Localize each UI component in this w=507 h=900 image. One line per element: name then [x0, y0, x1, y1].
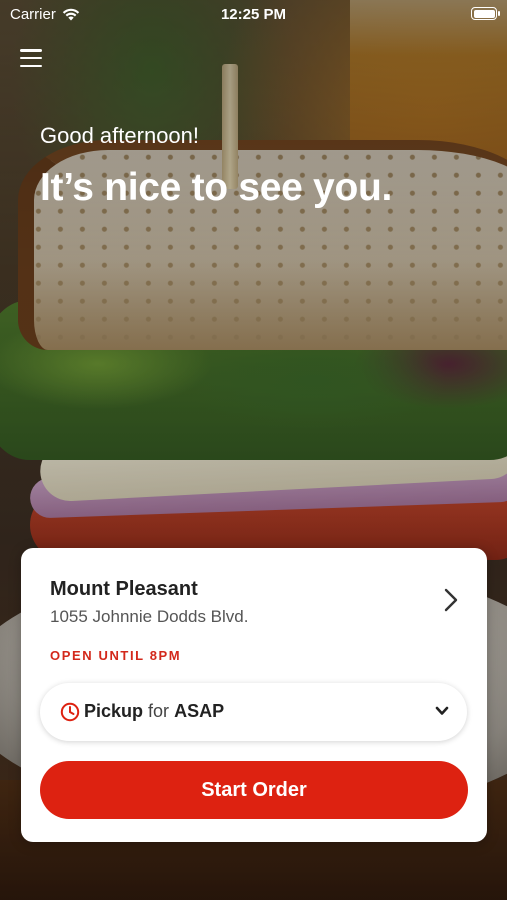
location-address[interactable]: 1055 Johnnie Dodds Blvd. [50, 607, 248, 627]
order-mode-label: Pickup for ASAP [84, 701, 224, 722]
battery-icon [471, 7, 500, 20]
chevron-right-icon[interactable] [443, 588, 459, 612]
clock-icon [60, 702, 80, 722]
greeting-text: Good afternoon! [40, 123, 200, 148]
status-bar: Carrier 12:25 PM [0, 0, 507, 28]
order-mode-selector[interactable]: Pickup for ASAP [40, 683, 467, 741]
status-time: 12:25 PM [220, 6, 287, 23]
order-mode-connector: for [148, 701, 170, 721]
order-timing: ASAP [174, 701, 225, 721]
welcome-headline: It’s nice to see you. [40, 166, 393, 209]
start-order-button[interactable]: Start Order [40, 761, 468, 819]
location-name[interactable]: Mount Pleasant [50, 578, 198, 601]
order-card: Mount Pleasant 1055 Johnnie Dodds Blvd. … [21, 548, 487, 842]
location-hours: OPEN UNTIL 8PM [50, 648, 182, 663]
order-method: Pickup [84, 701, 144, 721]
chevron-down-icon [435, 706, 449, 715]
hamburger-menu-icon[interactable] [20, 48, 42, 68]
